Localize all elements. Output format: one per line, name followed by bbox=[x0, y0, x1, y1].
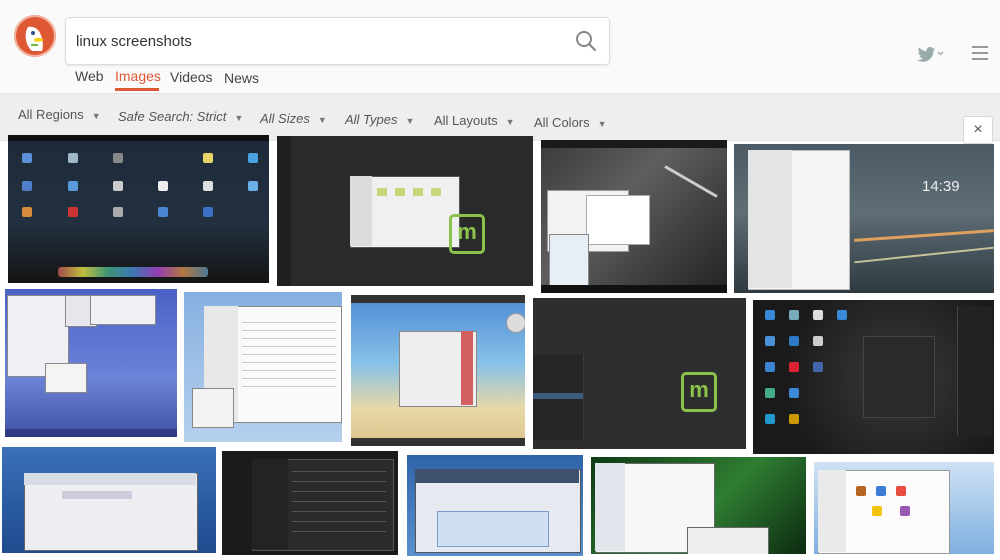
filter-colors-label: All Colors bbox=[534, 115, 590, 130]
twitter-icon[interactable] bbox=[910, 44, 944, 62]
filter-sizes-label: All Sizes bbox=[260, 111, 310, 126]
filter-safe-search[interactable]: Safe Search: Strict ▼ bbox=[118, 109, 243, 124]
chevron-down-icon: ▼ bbox=[91, 111, 101, 121]
chevron-down-icon: ▼ bbox=[234, 113, 244, 123]
image-result-7[interactable] bbox=[351, 295, 525, 446]
image-result-13[interactable] bbox=[591, 457, 806, 554]
image-result-9[interactable] bbox=[753, 300, 994, 454]
filter-regions[interactable]: All Regions ▼ bbox=[18, 107, 101, 122]
filter-types-label: All Types bbox=[345, 112, 398, 127]
image-result-6[interactable] bbox=[184, 292, 342, 442]
filter-bar: All Regions ▼ Safe Search: Strict ▼ All Si… bbox=[0, 93, 1000, 141]
close-filters-button[interactable]: × bbox=[963, 116, 993, 144]
tab-images[interactable]: Images bbox=[115, 68, 161, 84]
image-result-2[interactable]: m bbox=[277, 136, 533, 286]
chevron-down-icon: ▼ bbox=[405, 116, 415, 126]
chevron-down-icon: ▼ bbox=[505, 117, 515, 127]
image-result-1[interactable] bbox=[8, 135, 269, 283]
filter-sizes[interactable]: All Sizes ▼ bbox=[260, 111, 327, 126]
image-result-14[interactable] bbox=[814, 462, 994, 554]
image-result-5[interactable] bbox=[5, 289, 177, 437]
image-result-11[interactable] bbox=[222, 451, 398, 555]
filter-regions-label: All Regions bbox=[18, 107, 84, 122]
filter-layouts[interactable]: All Layouts ▼ bbox=[434, 113, 515, 128]
tab-news[interactable]: News bbox=[224, 70, 259, 86]
filter-colors[interactable]: All Colors ▼ bbox=[534, 115, 607, 130]
header: Web Images Videos News bbox=[0, 0, 1000, 93]
image-result-8[interactable]: m bbox=[533, 298, 746, 449]
image-result-4[interactable]: 14:39 bbox=[734, 144, 994, 293]
image-result-3[interactable] bbox=[541, 140, 727, 293]
filter-safe-search-label: Safe Search: Strict bbox=[118, 109, 227, 124]
search-icon[interactable] bbox=[573, 28, 599, 54]
filter-types[interactable]: All Types ▼ bbox=[345, 112, 414, 127]
chevron-down-icon: ▼ bbox=[597, 119, 607, 129]
search-box bbox=[65, 17, 610, 65]
tab-videos[interactable]: Videos bbox=[170, 69, 213, 85]
search-input[interactable] bbox=[74, 28, 568, 54]
filter-layouts-label: All Layouts bbox=[434, 113, 498, 128]
tab-web[interactable]: Web bbox=[75, 68, 104, 84]
chevron-down-icon: ▼ bbox=[317, 115, 327, 125]
image-result-12[interactable] bbox=[407, 455, 583, 556]
active-tab-indicator bbox=[115, 88, 159, 91]
image-result-10[interactable] bbox=[2, 447, 216, 553]
hamburger-menu-icon[interactable] bbox=[972, 46, 988, 60]
duckduckgo-logo-icon[interactable] bbox=[14, 15, 56, 57]
